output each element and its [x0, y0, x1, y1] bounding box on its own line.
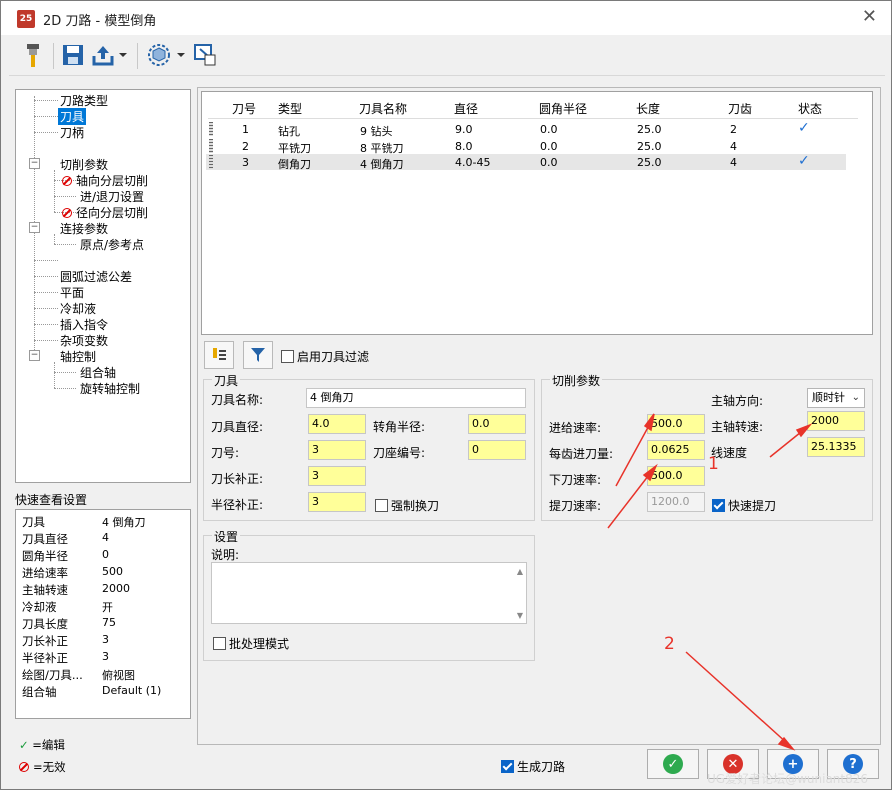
annotation-label-2: 2 [664, 634, 675, 654]
annotation-label-1: 1 [708, 454, 719, 474]
annotation-overlay [607, 413, 813, 751]
